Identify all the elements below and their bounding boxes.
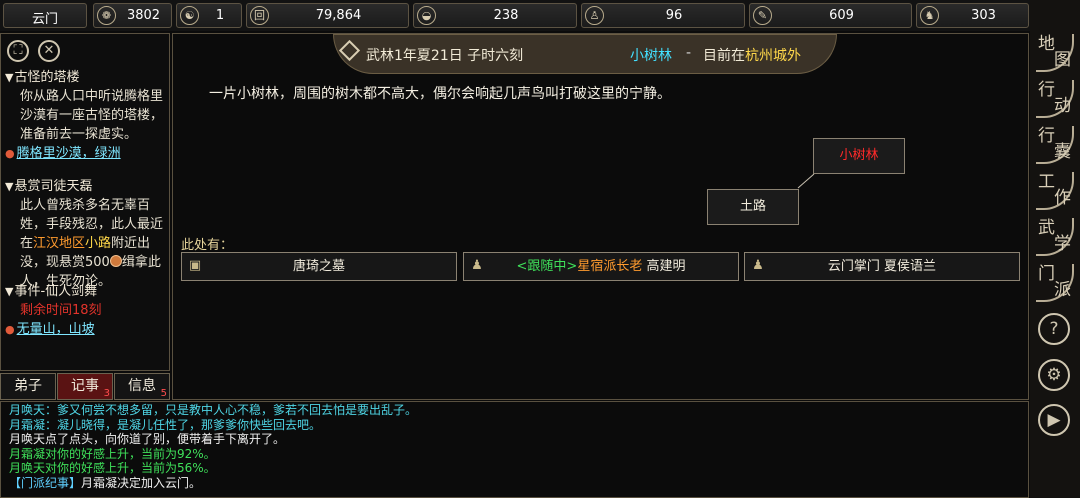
copper-coin-icon: 回: [250, 6, 269, 25]
sect-name: 云门: [31, 12, 58, 27]
resource-value: 1: [215, 8, 225, 23]
log-line: 【门派纪事】月霜凝决定加入云门。: [9, 475, 202, 490]
map-node-road[interactable]: 土路: [707, 189, 799, 225]
resource-meditation[interactable]: ♙ 96: [581, 3, 745, 28]
nav-bag-button[interactable]: 行囊: [1036, 126, 1074, 164]
yin-yang-icon: ☯: [180, 6, 199, 25]
expand-icon[interactable]: ⛶: [7, 40, 29, 62]
person-icon: ♟: [471, 258, 483, 273]
quest-item[interactable]: ▼古怪的塔楼 你从路人口中听说腾格里沙漠有一座古怪的塔楼，准备前去一探虚实。 ●…: [5, 68, 167, 163]
play-icon[interactable]: ▶: [1038, 404, 1070, 436]
person-icon: ♟: [752, 258, 764, 273]
left-tabs: 弟子 记事 3 信息 5: [0, 373, 170, 400]
quest-panel: ⛶ ✕ ▼古怪的塔楼 你从路人口中听说腾格里沙漠有一座古怪的塔楼，准备前去一探虚…: [0, 33, 170, 371]
resource-yinyang[interactable]: ☯ 1: [176, 3, 242, 28]
npc-title: 星宿派长老: [577, 259, 643, 274]
here-label: 此处有：: [181, 238, 234, 253]
nav-map-button[interactable]: 地图: [1036, 34, 1074, 72]
road-name: 小路: [85, 236, 112, 251]
entity-follower[interactable]: ♟ <跟随中>星宿派长老 高建明: [463, 252, 739, 281]
meditation-icon: ♙: [585, 6, 604, 25]
coin-bag-icon: ❁: [97, 6, 116, 25]
log-tag: 【门派纪事】: [9, 475, 82, 490]
quest-title: ▼悬赏司徒天磊: [5, 179, 93, 194]
resource-horse[interactable]: ♞ 303: [916, 3, 1029, 28]
resource-value: 96: [665, 8, 683, 23]
nav-martial-button[interactable]: 武学: [1036, 218, 1074, 256]
region-name: 江汉地区: [33, 236, 86, 251]
map-node-current[interactable]: 小树林: [813, 138, 905, 174]
entity-sect-leader[interactable]: ♟ 云门掌门 夏侯语兰: [744, 252, 1020, 281]
unread-badge: 5: [160, 388, 167, 399]
resource-value: 303: [971, 8, 996, 23]
location-pin-icon: ●: [5, 323, 15, 336]
message-log[interactable]: 月唤天：爹又何尝不想多留，只是教中人心不稳，爹若不回去怕是要出乱子。 月霜凝：凝…: [0, 401, 1029, 498]
quest-location[interactable]: ● 腾格里沙漠，绿洲: [5, 144, 167, 163]
resource-gold[interactable]: ❁ 3802: [93, 3, 172, 28]
log-line: 月霜凝对你的好感上升，当前为92%。: [9, 446, 216, 461]
quest-title: ▼古怪的塔楼: [5, 70, 80, 85]
map-connector: [797, 173, 815, 189]
nav-work-button[interactable]: 工作: [1036, 172, 1074, 210]
tab-messages[interactable]: 信息 5: [114, 373, 170, 400]
nav-sect-button[interactable]: 门派: [1036, 264, 1074, 302]
quest-description: 你从路人口中听说腾格里沙漠有一座古怪的塔楼，准备前去一探虚实。: [20, 89, 164, 142]
quest-description: 此人曾残杀多名无辜百姓，手段残忍，此人最近在江汉地区小路附近出没，现悬赏500 缉…: [20, 198, 164, 289]
right-nav: 地图 行动 行囊 工作 武学 门派 ? ⚙ ▶: [1030, 0, 1080, 498]
tab-journal[interactable]: 记事 3: [57, 373, 113, 400]
sect-name-box[interactable]: 云门: [3, 3, 87, 28]
resource-food[interactable]: ◒ 238: [413, 3, 577, 28]
nav-action-button[interactable]: 行动: [1036, 80, 1074, 118]
log-line: 月唤天点了点头，向你道了别，便带着手下离开了。: [9, 432, 286, 446]
follow-status: <跟随中>: [516, 259, 578, 274]
npc-name: 高建明: [646, 259, 686, 274]
quest-location[interactable]: ● 无量山，山坡: [5, 320, 167, 339]
scroll-icon: ✎: [753, 6, 772, 25]
resource-value: 79,864: [315, 8, 362, 23]
quest-item[interactable]: ▼悬赏司徒天磊 此人曾残杀多名无辜百姓，手段残忍，此人最近在江汉地区小路附近出没…: [5, 177, 167, 291]
close-icon[interactable]: ✕: [38, 40, 60, 62]
help-icon[interactable]: ?: [1038, 313, 1070, 345]
resource-value: 238: [493, 8, 519, 23]
unread-badge: 3: [103, 388, 110, 399]
settings-gear-icon[interactable]: ⚙: [1038, 359, 1070, 391]
tab-disciples[interactable]: 弟子: [0, 373, 56, 400]
food-bowl-icon: ◒: [417, 6, 436, 25]
location-panel: 武林1年夏21日 子时六刻 小树林 - 目前在 杭州城外 一片小树林，周围的树木…: [172, 33, 1029, 400]
horse-icon: ♞: [920, 6, 939, 25]
collapse-triangle-icon: ▼: [5, 180, 14, 193]
resource-copper[interactable]: 回 79,864: [246, 3, 409, 28]
quest-item[interactable]: ▼事件-仙人剑舞 剩余时间18刻 ● 无量山，山坡: [5, 282, 167, 339]
log-line: 月唤天：爹又何尝不想多留，只是教中人心不稳，爹若不回去怕是要出乱子。: [9, 403, 418, 417]
entity-tomb[interactable]: ▣ 唐琦之墓: [181, 252, 457, 281]
resource-scroll[interactable]: ✎ 609: [749, 3, 912, 28]
log-line: 月唤天对你的好感上升，当前为56%。: [9, 461, 216, 475]
remaining-time: 剩余时间18刻: [20, 303, 102, 318]
resource-value: 609: [829, 8, 854, 23]
collapse-triangle-icon: ▼: [5, 285, 14, 298]
collapse-triangle-icon: ▼: [5, 71, 14, 84]
location-pin-icon: ●: [5, 147, 15, 160]
resource-bar: 云门 ❁ 3802 ☯ 1 回 79,864 ◒ 238 ♙ 96 ✎ 609 …: [0, 0, 1030, 31]
box-icon: ▣: [188, 258, 202, 273]
log-line: 月霜凝：凝儿晓得，是凝儿任性了，那爹爹你快些回去吧。: [9, 417, 322, 432]
coin-icon: [109, 255, 122, 267]
resource-value: 3802: [126, 8, 161, 23]
quest-title: ▼事件-仙人剑舞: [5, 284, 98, 299]
